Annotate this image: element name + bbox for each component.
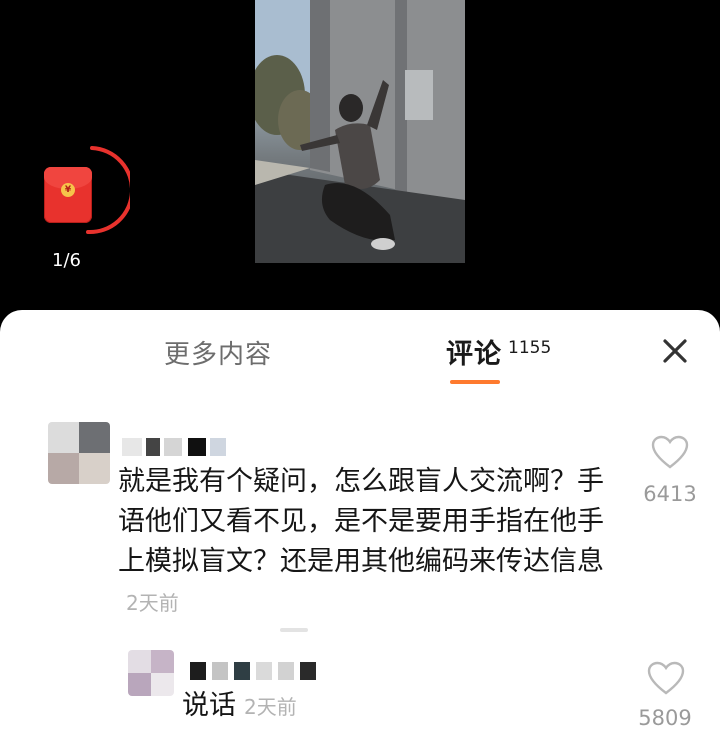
- tab-comments[interactable]: 评论 1155: [446, 332, 551, 371]
- close-icon[interactable]: [660, 336, 690, 366]
- page-counter: 1/6: [52, 250, 81, 271]
- comment-count: 1155: [508, 338, 552, 358]
- redpacket-widget[interactable]: ¥: [30, 140, 130, 240]
- username-blurred[interactable]: [122, 438, 232, 456]
- video-scene: [255, 0, 465, 263]
- tab-more-content[interactable]: 更多内容: [164, 334, 272, 371]
- comment-text: 就是我有个疑问，怎么跟盲人交流啊？手语他们又看不见，是不是要用手指在他手上模拟盲…: [118, 462, 608, 623]
- video-thumbnail[interactable]: [255, 0, 465, 263]
- video-area: ¥ 1/6: [0, 0, 720, 320]
- reply-body: 说话: [182, 690, 236, 721]
- comment-time: 2天前: [126, 591, 179, 615]
- heart-icon[interactable]: [646, 660, 686, 696]
- comment-body: 就是我有个疑问，怎么跟盲人交流啊？手语他们又看不见，是不是要用手指在他手上模拟盲…: [118, 466, 604, 577]
- tab-comments-label: 评论: [446, 339, 502, 370]
- active-tab-indicator: [450, 380, 500, 384]
- like-count: 5809: [638, 706, 692, 730]
- reply-username-blurred[interactable]: [190, 662, 330, 680]
- reply-time: 2天前: [244, 695, 297, 719]
- red-envelope-icon: ¥: [44, 167, 98, 223]
- like-count: 6413: [643, 482, 697, 506]
- comment-sheet: 更多内容 评论 1155 就是我有个疑问，怎么跟盲人交流啊？手语他们又看不见，是…: [0, 310, 720, 753]
- coin-icon: ¥: [61, 183, 75, 197]
- reply-text: 说话 2天前: [182, 686, 482, 727]
- divider: [280, 628, 308, 632]
- heart-icon[interactable]: [650, 434, 690, 470]
- reply-avatar[interactable]: [128, 650, 174, 696]
- avatar[interactable]: [48, 422, 110, 484]
